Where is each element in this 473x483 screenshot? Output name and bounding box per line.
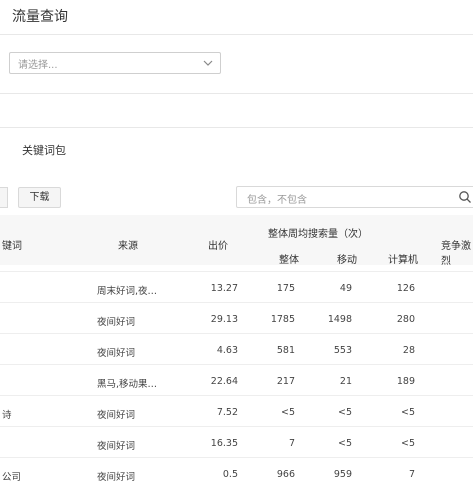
- row-divider: [0, 333, 473, 334]
- cell-overall: 175: [276, 283, 295, 294]
- filter-divider: [0, 93, 473, 94]
- row-divider: [0, 395, 473, 396]
- select-placeholder: 请选择...: [18, 60, 58, 71]
- cell-overall: 1785: [270, 314, 295, 325]
- cell-bid: 22.64: [210, 376, 238, 387]
- cell-pc: 7: [408, 469, 415, 480]
- cell-source: 夜间好词: [97, 317, 136, 328]
- cell-overall: 966: [276, 469, 295, 480]
- cell-overall: 217: [276, 376, 295, 387]
- column-header-keyword: 键词: [2, 241, 22, 252]
- cell-bid: 13.27: [210, 283, 238, 294]
- cell-mobile: 959: [333, 469, 352, 480]
- row-divider: [0, 302, 473, 303]
- cell-bid: 0.5: [222, 469, 238, 480]
- cell-bid: 4.63: [216, 345, 238, 356]
- column-header-competition: 竞争激烈: [441, 241, 471, 267]
- cell-pc: 28: [402, 345, 415, 356]
- row-divider: [0, 271, 473, 272]
- cell-source: 夜间好词: [97, 472, 136, 483]
- toolbar-button[interactable]: [0, 187, 8, 208]
- row-divider: [0, 426, 473, 427]
- cell-pc: <5: [400, 438, 415, 449]
- search-input[interactable]: 包含，不包含: [236, 186, 473, 208]
- cell-mobile: <5: [337, 407, 352, 418]
- cell-overall: 581: [276, 345, 295, 356]
- chevron-down-icon: [203, 60, 213, 66]
- cell-mobile: 49: [339, 283, 352, 294]
- download-button[interactable]: 下载: [18, 187, 61, 208]
- cell-mobile: 21: [339, 376, 352, 387]
- cell-pc: 280: [396, 314, 415, 325]
- cell-source: 夜间好词: [97, 410, 136, 421]
- row-divider: [0, 457, 473, 458]
- cell-bid: 29.13: [210, 314, 238, 325]
- package-select[interactable]: 请选择...: [9, 52, 221, 74]
- search-placeholder: 包含，不包含: [247, 195, 307, 206]
- cell-mobile: 553: [333, 345, 352, 356]
- cell-pc: <5: [400, 407, 415, 418]
- section-divider: [0, 127, 473, 128]
- column-header-pc: 计算机: [388, 255, 418, 266]
- cell-mobile: 1498: [327, 314, 352, 325]
- section-title: 关键词包: [22, 144, 66, 157]
- cell-pc: 126: [396, 283, 415, 294]
- row-divider: [0, 364, 473, 365]
- cell-overall: <5: [280, 407, 295, 418]
- search-icon[interactable]: [458, 190, 472, 204]
- cell-keyword: 诗: [2, 410, 12, 421]
- cell-overall: 7: [288, 438, 295, 449]
- column-header-bid: 出价: [208, 241, 228, 252]
- column-header-weekly-search: 整体周均搜索量（次）: [268, 229, 368, 240]
- cell-keyword: 公司: [2, 472, 22, 483]
- cell-source: 夜间好词: [97, 348, 136, 359]
- cell-source: 周末好词,夜…: [97, 286, 158, 297]
- cell-bid: 7.52: [216, 407, 238, 418]
- cell-pc: 189: [396, 376, 415, 387]
- cell-source: 夜间好词: [97, 441, 136, 452]
- cell-mobile: <5: [337, 438, 352, 449]
- column-header-mobile: 移动: [337, 255, 357, 266]
- cell-source: 黑马,移动果…: [97, 379, 158, 390]
- cell-bid: 16.35: [210, 438, 238, 449]
- header-divider: [0, 34, 473, 35]
- column-header-overall: 整体: [279, 255, 299, 266]
- page-title: 流量查询: [12, 9, 68, 25]
- column-header-source: 来源: [118, 241, 138, 252]
